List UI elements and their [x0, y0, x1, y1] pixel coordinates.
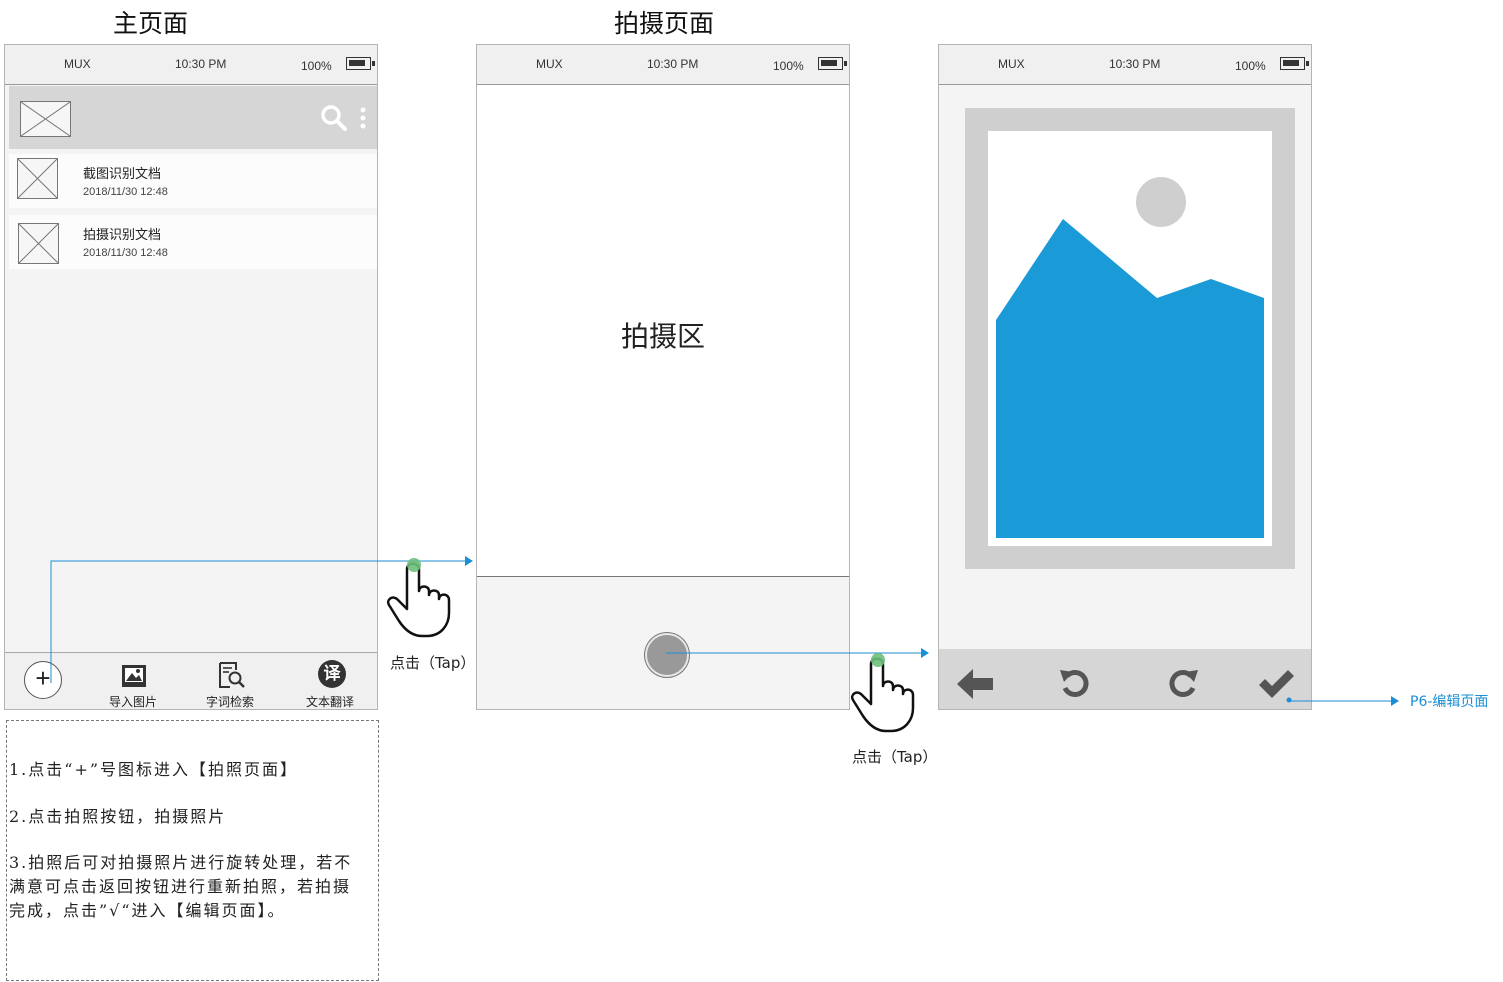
notes-box: 1.点击“+”号图标进入【拍照页面】 2.点击拍照按钮，拍摄照片 3.拍照后可对…: [6, 720, 379, 981]
list-item[interactable]: 截图识别文档 2018/11/30 12:48: [9, 154, 377, 208]
home-page-title: 主页面: [113, 9, 189, 38]
battery-icon: [346, 57, 375, 70]
list-item-date: 2018/11/30 12:48: [83, 247, 168, 259]
list-item[interactable]: 拍摄识别文档 2018/11/30 12:48: [9, 215, 377, 269]
list-item-title: 拍摄识别文档: [83, 228, 162, 243]
translate-icon[interactable]: 译: [318, 660, 346, 688]
bottom-nav: + 导入图片 字词检索 译 文本翻译: [5, 652, 377, 709]
carrier-text: MUX: [536, 57, 563, 71]
capture-phone: MUX 10:30 PM 100% 拍摄区: [476, 44, 850, 710]
document-thumbnail-icon: [17, 158, 58, 199]
battery-icon: [1280, 57, 1309, 70]
status-bar: MUX 10:30 PM 100%: [5, 45, 377, 85]
tap-hand-icon: [387, 558, 451, 638]
back-arrow-icon[interactable]: [955, 667, 995, 701]
import-image-label[interactable]: 导入图片: [109, 693, 157, 709]
status-bar: MUX 10:30 PM 100%: [939, 45, 1311, 85]
tap-label: 点击（Tap）: [852, 748, 938, 766]
time-text: 10:30 PM: [175, 57, 227, 71]
camera-viewfinder[interactable]: 拍摄区: [477, 85, 849, 577]
document-search-icon[interactable]: [218, 662, 246, 689]
carrier-text: MUX: [998, 57, 1025, 71]
tap-gesture-hint: [384, 553, 456, 639]
edit-toolbar: [939, 649, 1311, 709]
tap-label: 点击（Tap）: [390, 654, 476, 672]
note-step-1: 1.点击“+”号图标进入【拍照页面】: [9, 760, 299, 779]
logo-placeholder-icon: [20, 101, 71, 137]
app-bar: [9, 86, 377, 149]
home-phone: MUX 10:30 PM 100% 截图识别文档 2018/11/30 12:4…: [4, 44, 378, 710]
photo-preview-image: [965, 108, 1295, 569]
time-text: 10:30 PM: [647, 57, 699, 71]
carrier-text: MUX: [64, 57, 91, 71]
note-step-2: 2.点击拍照按钮，拍摄照片: [9, 807, 227, 826]
image-icon[interactable]: [121, 664, 147, 688]
status-bar: MUX 10:30 PM 100%: [477, 45, 849, 85]
battery-text: 100%: [1235, 59, 1266, 73]
tap-hand-icon: [851, 653, 915, 733]
edit-page-link[interactable]: P6-编辑页面: [1410, 691, 1488, 711]
shutter-button[interactable]: [645, 633, 689, 677]
list-item-title: 截图识别文档: [83, 167, 162, 182]
word-search-label[interactable]: 字词检索: [206, 693, 254, 709]
add-button[interactable]: +: [24, 661, 62, 699]
more-vertical-icon[interactable]: [359, 106, 367, 132]
confirm-check-icon[interactable]: [1257, 668, 1295, 700]
document-thumbnail-icon: [18, 223, 59, 264]
battery-text: 100%: [301, 59, 332, 73]
translate-glyph: 译: [323, 664, 341, 684]
text-translate-label[interactable]: 文本翻译: [306, 693, 354, 709]
note-step-3: 3.拍照后可对拍摄照片进行旋转处理，若不满意可点击返回按钮进行重新拍照，若拍摄完…: [9, 853, 353, 920]
list-item-date: 2018/11/30 12:48: [83, 186, 168, 198]
time-text: 10:30 PM: [1109, 57, 1161, 71]
tap-gesture-hint: [848, 648, 920, 734]
preview-phone: MUX 10:30 PM 100%: [938, 44, 1312, 710]
search-icon[interactable]: [320, 104, 348, 132]
rotate-left-icon[interactable]: [1058, 666, 1092, 700]
battery-icon: [818, 57, 847, 70]
capture-page-title: 拍摄页面: [614, 9, 715, 38]
rotate-right-icon[interactable]: [1166, 666, 1200, 700]
camera-area-label: 拍摄区: [620, 320, 705, 353]
battery-text: 100%: [773, 59, 804, 73]
